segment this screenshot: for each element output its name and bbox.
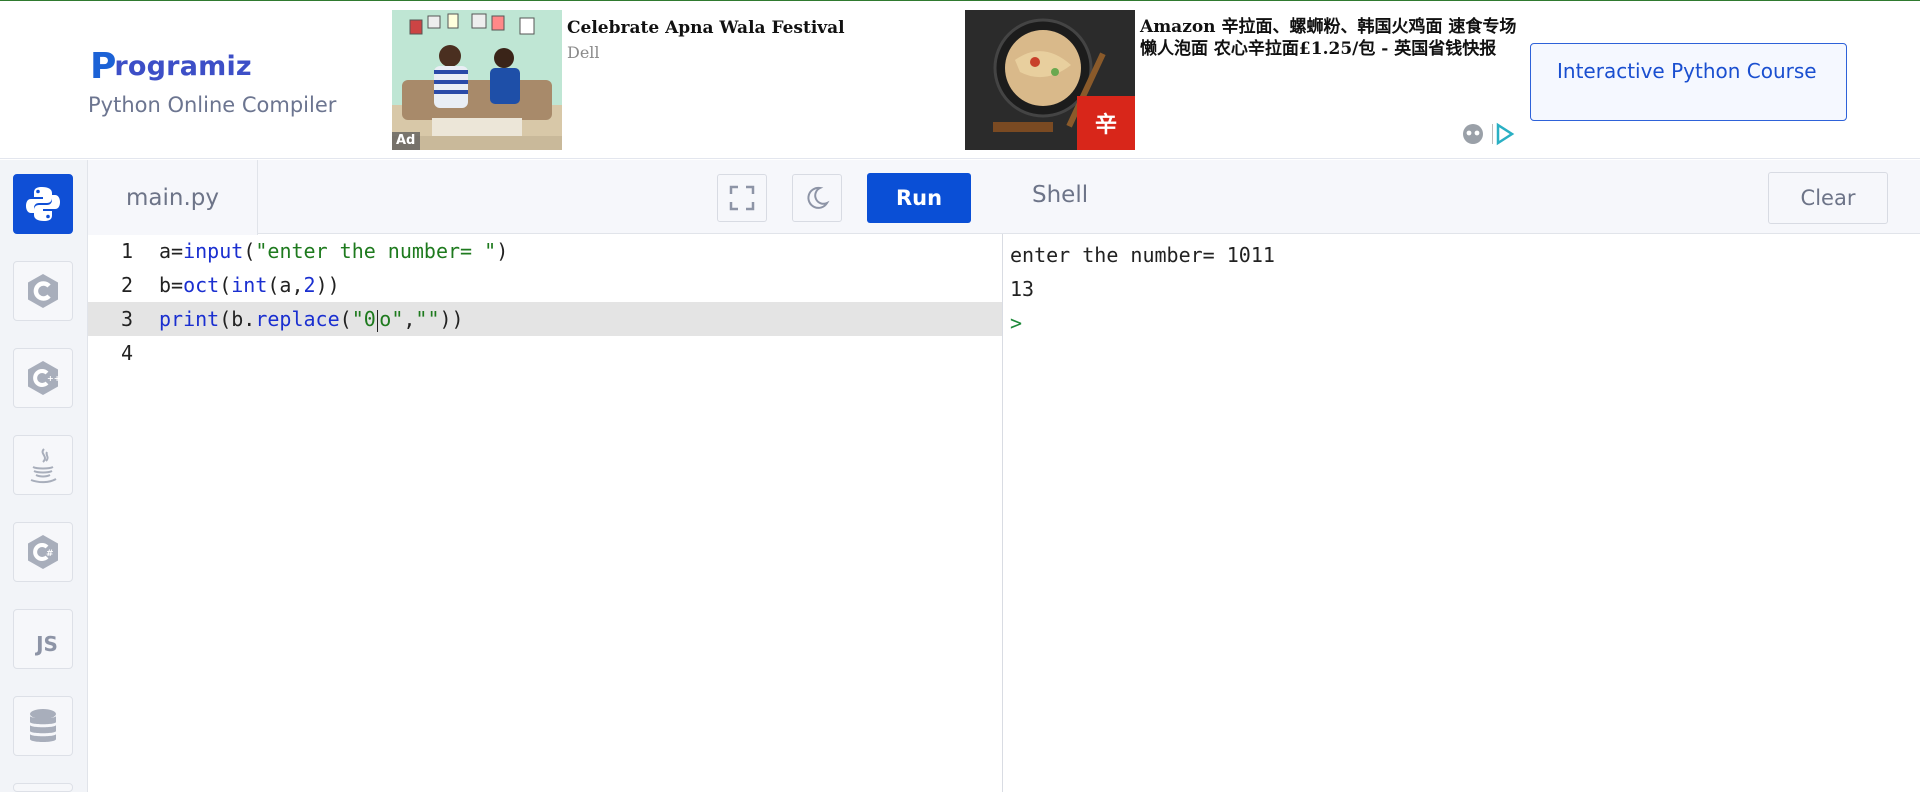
code-line: 2 b=oct(int(a,2))	[88, 268, 1002, 302]
code-line: 1 a=input("enter the number= ")	[88, 234, 1002, 268]
c-icon	[28, 274, 58, 308]
shell-output-line: 13	[1010, 277, 1035, 301]
moon-icon	[807, 186, 830, 209]
svg-text:#: #	[46, 549, 54, 559]
page-subtitle: Python Online Compiler	[88, 93, 337, 117]
python-icon	[26, 187, 60, 221]
code-line-1: a=input("enter the number= ")	[159, 239, 509, 263]
ad-choices[interactable]	[1462, 121, 1522, 151]
fullscreen-icon	[729, 185, 755, 211]
lang-javascript-button[interactable]: JS	[13, 609, 73, 669]
code-line-2: b=oct(int(a,2))	[159, 273, 340, 297]
clear-button[interactable]: Clear	[1768, 172, 1888, 224]
theme-toggle-button[interactable]	[792, 174, 842, 222]
lang-python-button[interactable]	[13, 174, 73, 234]
shell-title: Shell	[1032, 182, 1089, 208]
lang-csharp-button[interactable]: #	[13, 522, 73, 582]
code-line: 4	[88, 336, 1002, 370]
ad-advertiser[interactable]: Dell	[567, 43, 600, 62]
editor-toolbar: main.py Run	[88, 160, 1003, 235]
lang-java-button[interactable]	[13, 435, 73, 495]
programiz-logo[interactable]: Programiz	[90, 43, 252, 87]
csharp-icon: #	[28, 535, 58, 569]
lang-cpp-button[interactable]: ++	[13, 348, 73, 408]
cpp-icon: ++	[28, 361, 60, 395]
logo-p-mark: P	[90, 46, 117, 87]
ad-image-living-room[interactable]: Ad	[392, 10, 562, 150]
ad-title-2[interactable]: Amazon 辛拉面、螺蛳粉、韩国火鸡面 速食专场 懒人泡面 农心辛拉面£1.2…	[1140, 16, 1525, 60]
shell-toolbar: Shell Clear	[1003, 160, 1920, 234]
interactive-python-course-button[interactable]: Interactive Python Course	[1530, 43, 1847, 121]
lang-more-button[interactable]	[13, 783, 73, 792]
run-button[interactable]: Run	[867, 173, 971, 223]
svg-text:辛: 辛	[1095, 112, 1117, 138]
ad-banner-1[interactable]: Ad Celebrate Apna Wala Festival Dell	[392, 10, 952, 151]
code-line-3: print(b.replace("0 o",""))	[159, 307, 464, 332]
js-icon: JS	[36, 632, 58, 656]
database-icon	[30, 709, 56, 742]
code-area[interactable]: 1 a=input("enter the number= ") 2 b=oct(…	[88, 234, 1002, 792]
code-editor-panel: main.py Run 1 a=input("enter the number=…	[88, 160, 1003, 792]
line-number: 3	[120, 307, 133, 331]
line-number: 4	[120, 341, 133, 365]
language-sidebar: ++ # JS	[0, 160, 88, 792]
svg-text:++: ++	[47, 374, 60, 383]
lang-c-button[interactable]	[13, 261, 73, 321]
lang-sql-button[interactable]	[13, 696, 73, 756]
code-line-active: 3 print(b.replace("0 o",""))	[88, 302, 1002, 336]
ad-badge: Ad	[392, 132, 421, 150]
line-number: 1	[120, 239, 133, 263]
shell-prompt[interactable]: >	[1010, 306, 1022, 340]
line-number: 2	[120, 273, 133, 297]
ad-image-noodles[interactable]: 辛	[965, 10, 1135, 150]
shell-output-line: enter the number= 1011	[1010, 243, 1275, 267]
shell-panel: Shell Clear enter the number= 1011 13 >	[1003, 160, 1920, 792]
fullscreen-button[interactable]	[717, 174, 767, 222]
file-tab-main[interactable]: main.py	[88, 160, 258, 235]
logo-text: rogramiz	[114, 51, 252, 82]
ad-title[interactable]: Celebrate Apna Wala Festival	[567, 17, 845, 39]
ad-banner-2[interactable]: 辛 Amazon 辛拉面、螺蛳粉、韩国火鸡面 速食专场 懒人泡面 农心辛拉面£1…	[965, 10, 1525, 151]
header: Programiz Python Online Compiler Ad Cele…	[0, 1, 1920, 159]
java-icon	[30, 448, 57, 484]
